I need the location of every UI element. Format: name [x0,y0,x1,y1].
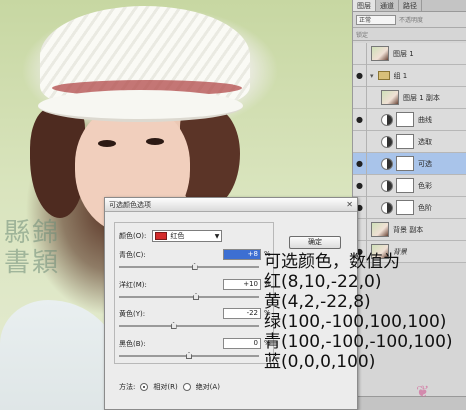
magenta-value-input[interactable]: +10 [223,279,261,290]
blend-mode-select[interactable]: 正常 [356,14,396,25]
close-icon[interactable]: ✕ [346,200,353,210]
mask-thumbnail [396,200,414,215]
relative-radio[interactable] [140,383,149,391]
layer-row[interactable]: ● ▾ 组 1 [353,64,466,87]
adjustment-icon [381,135,393,148]
annotation-line: 可选颜色，数值为 [264,252,400,272]
black-value-input[interactable]: 0 [223,338,261,349]
eye-right [146,138,164,145]
cyan-label: 青色(C): [119,251,146,259]
black-slider-row: 黑色(B): 0 % [119,338,271,367]
cyan-value-input[interactable]: +8 [223,249,261,260]
eye-icon[interactable]: ● [353,152,367,175]
red-swatch [155,232,168,240]
layer-row[interactable]: 图层 1 副本 [353,86,466,109]
colors-row: 颜色(O): 红色 ▼ [119,230,223,242]
mask-thumbnail [396,112,414,127]
layer-name: 选取 [418,137,432,146]
black-slider-handle[interactable] [186,352,192,359]
visibility-toggle[interactable] [353,86,367,109]
colors-select-value: 红色 [170,232,185,240]
layer-row[interactable]: 选取 [353,130,466,153]
eye-icon[interactable]: ● [353,108,367,131]
lock-row: 锁定 [353,28,466,41]
layer-row[interactable]: 背景 副本 [353,218,466,241]
layer-name: 图层 1 副本 [403,93,440,102]
layer-row[interactable]: ● 曲线 [353,108,466,131]
cyan-slider-handle[interactable] [191,263,198,270]
relative-label[interactable]: 相对(R) [153,382,177,392]
annotation-line: 蓝(0,0,0,100) [264,352,376,372]
tab-layers[interactable]: 图层 [353,0,376,11]
magenta-slider-row: 洋红(M): +10 % [119,279,271,308]
annotation-line: 青(100,-100,-100,100) [264,332,453,352]
magenta-slider-track[interactable] [119,296,259,298]
opacity-label: 不透明度 [399,17,424,24]
magenta-slider-handle[interactable] [193,293,199,300]
layer-thumbnail [381,90,399,105]
cyan-slider-track[interactable] [119,266,259,268]
absolute-label[interactable]: 绝对(A) [196,382,220,392]
yellow-value-input[interactable]: -22 [223,308,261,319]
heart-watermark-icon: ❦ [416,382,430,401]
mask-thumbnail [396,178,414,193]
cap-rim [38,90,243,122]
method-label: 方法: [119,383,136,391]
visibility-toggle[interactable] [353,130,367,153]
tab-channels[interactable]: 通道 [376,0,399,11]
layer-name: 组 1 [393,71,408,80]
folder-icon [377,71,390,80]
layer-row-selected[interactable]: ● 可选 [353,152,466,175]
lock-label: 锁定 [356,31,369,39]
yellow-label: 黄色(Y): [119,310,146,318]
mask-thumbnail [396,156,414,171]
layer-row[interactable]: ● 色彩 [353,174,466,197]
dialog-title: 可选颜色选项 [109,200,151,209]
layer-row[interactable]: 图层 1 [353,42,466,65]
adjustment-icon [381,113,393,126]
colors-select[interactable]: 红色 ▼ [152,230,223,242]
layer-thumbnail [371,46,389,61]
layer-name: 曲线 [418,115,432,124]
annotation-line: 绿(100,-100,100,100) [264,312,447,332]
visibility-toggle[interactable] [353,42,367,65]
layer-name: 图层 1 [393,49,414,58]
annotation-line: 红(8,10,-22,0) [264,272,382,292]
chevron-down-icon[interactable]: ▾ [370,72,374,80]
eye-icon[interactable]: ● [353,64,367,87]
cyan-slider-row: 青色(C): +8 % [119,249,271,278]
yellow-slider-track[interactable] [119,325,259,327]
ok-button[interactable]: 确定 [289,236,341,249]
layer-name: 色阶 [418,203,432,212]
method-row: 方法: 相对(R) 绝对(A) [119,382,220,392]
yellow-slider-handle[interactable] [170,322,177,329]
chevron-down-icon: ▼ [214,232,220,240]
layer-thumbnail [371,222,389,237]
absolute-radio[interactable] [182,383,191,391]
eye-icon[interactable]: ● [353,174,367,197]
eye-left [98,140,116,147]
layer-name: 背景 副本 [393,225,424,234]
annotation-line: 黄(4,2,-22,8) [264,292,371,312]
adjustment-icon [381,157,393,170]
black-label: 黑色(B): [119,340,146,348]
adjustment-icon [381,201,393,214]
adjustment-icon [381,179,393,192]
layer-name: 可选 [418,159,432,168]
annotation-text: 可选颜色，数值为 红(8,10,-22,0) 黄(4,2,-22,8) 绿(10… [264,252,466,372]
mask-thumbnail [396,134,414,149]
panel-tabs: 图层 通道 路径 [353,0,466,12]
tab-paths[interactable]: 路径 [399,0,422,11]
colors-label: 颜色(O): [119,232,147,240]
dialog-titlebar[interactable]: 可选颜色选项 ✕ [105,198,357,212]
seal-watermark: 縣錦 書穎 [4,218,61,278]
layer-name: 色彩 [418,181,432,190]
layer-row[interactable]: ● 色阶 [353,196,466,219]
blend-row: 正常 不透明度 [353,12,466,28]
yellow-slider-row: 黄色(Y): -22 % [119,308,271,337]
magenta-label: 洋红(M): [119,281,147,289]
